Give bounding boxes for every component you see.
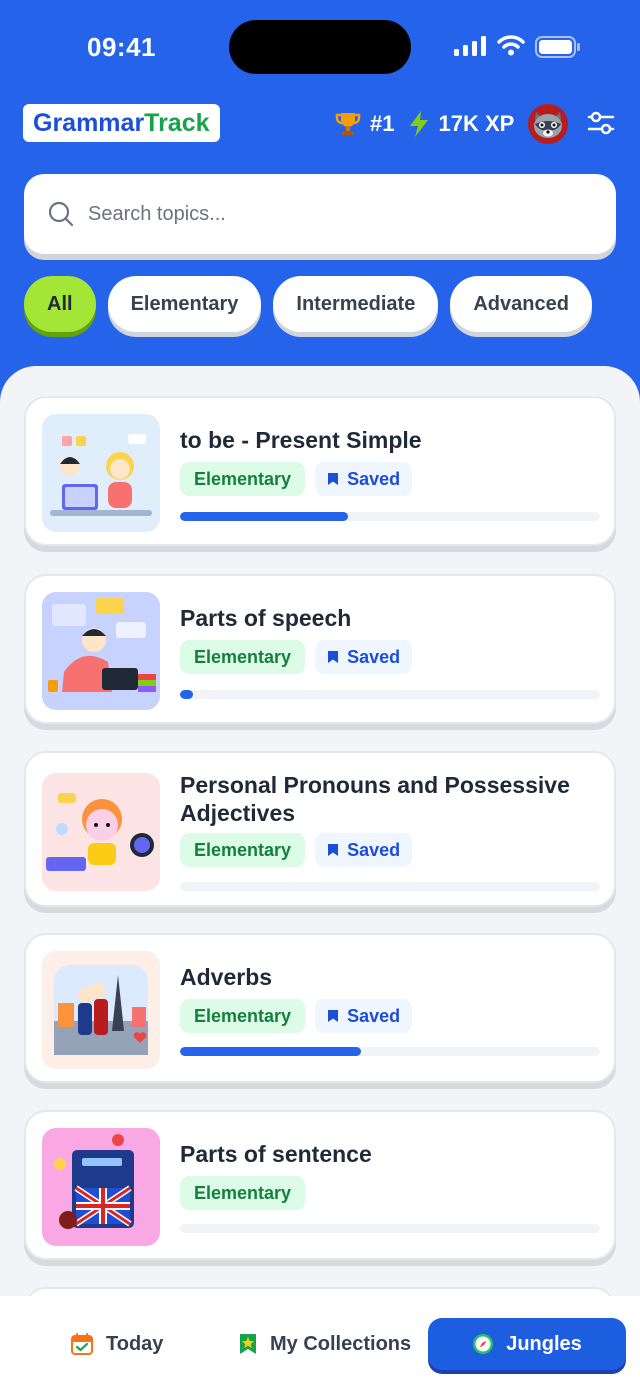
lightning-bolt-icon	[410, 111, 429, 137]
search-bar[interactable]	[24, 174, 616, 254]
saved-badge[interactable]: Saved	[315, 833, 413, 867]
lesson-card[interactable]: Parts of speech Elementary Saved	[24, 574, 616, 724]
dynamic-island	[229, 20, 411, 74]
saved-label: Saved	[347, 1005, 401, 1026]
search-input[interactable]	[88, 202, 568, 226]
lesson-card[interactable]: Adverbs Elementary Saved	[24, 933, 616, 1083]
bottom-nav: Today My Collections Jungles	[0, 1296, 640, 1390]
lesson-thumbnail	[42, 773, 160, 891]
bookmark-icon	[328, 1010, 339, 1022]
saved-label: Saved	[347, 646, 401, 667]
logo-text-track: Track	[144, 108, 210, 137]
lesson-title: Parts of sentence	[180, 1141, 372, 1167]
signal-icon	[454, 36, 486, 56]
saved-badge[interactable]: Saved	[315, 999, 413, 1033]
status-time: 09:41	[87, 32, 156, 62]
saved-badge[interactable]: Saved	[315, 640, 413, 674]
lesson-thumbnail	[42, 414, 160, 532]
lesson-title: Personal Pronouns and Possessive Adjecti…	[180, 772, 570, 826]
bookmark-icon	[328, 844, 339, 856]
level-badge: Elementary	[180, 1176, 306, 1210]
nav-jungles[interactable]: Jungles	[428, 1318, 626, 1370]
saved-label: Saved	[347, 468, 401, 489]
search-icon	[48, 201, 74, 227]
lesson-tags: Elementary Saved	[180, 640, 413, 674]
lesson-thumbnail	[42, 592, 160, 710]
progress-bar	[180, 882, 600, 891]
lesson-card[interactable]: Parts of sentence Elementary	[24, 1110, 616, 1260]
nav-today[interactable]: Today	[70, 1318, 163, 1370]
nav-my-collections[interactable]: My Collections	[238, 1318, 411, 1370]
status-bar: 09:41	[0, 0, 640, 92]
progress-bar	[180, 512, 600, 521]
nav-today-label: Today	[106, 1332, 164, 1355]
level-filter-chips: All Elementary Intermediate Advanced	[24, 276, 592, 332]
lesson-tags: Elementary	[180, 1176, 306, 1210]
chip-advanced[interactable]: Advanced	[450, 276, 592, 332]
saved-badge[interactable]: Saved	[315, 462, 413, 496]
calendar-check-icon	[71, 1333, 93, 1355]
lesson-card[interactable]: Personal Pronouns and Possessive Adjecti…	[24, 751, 616, 907]
lesson-thumbnail	[42, 951, 160, 1069]
nav-jungles-label: Jungles	[506, 1332, 582, 1355]
lesson-tags: Elementary Saved	[180, 833, 413, 867]
wifi-icon	[497, 35, 525, 56]
raccoon-avatar-icon	[534, 112, 562, 138]
saved-label: Saved	[347, 839, 401, 860]
xp-value: 17K XP	[438, 111, 515, 136]
level-badge: Elementary	[180, 640, 306, 674]
app-logo: Grammar Track	[23, 104, 220, 142]
bookmark-icon	[328, 651, 339, 663]
chip-intermediate[interactable]: Intermediate	[273, 276, 439, 332]
logo-text-grammar: Grammar	[33, 108, 145, 137]
compass-icon	[473, 1334, 494, 1354]
progress-fill	[180, 512, 348, 521]
lesson-card[interactable]: to be - Present Simple Elementary Saved	[24, 396, 616, 546]
level-badge: Elementary	[180, 462, 306, 496]
nav-collections-label: My Collections	[270, 1332, 412, 1355]
bookmark-star-icon	[240, 1334, 256, 1354]
bookmark-icon	[328, 473, 339, 485]
lesson-title: Parts of speech	[180, 605, 352, 631]
user-stats: #1 17K XP	[334, 106, 514, 142]
battery-icon	[535, 36, 580, 58]
progress-fill	[180, 690, 193, 699]
sliders-icon[interactable]	[586, 108, 616, 138]
level-badge: Elementary	[180, 833, 306, 867]
progress-bar	[180, 1224, 600, 1233]
level-badge: Elementary	[180, 999, 306, 1033]
rank-value: #1	[370, 111, 395, 136]
progress-bar	[180, 690, 600, 699]
chip-elementary[interactable]: Elementary	[107, 276, 262, 332]
progress-bar	[180, 1047, 600, 1056]
lesson-tags: Elementary Saved	[180, 462, 413, 496]
lesson-title: Adverbs	[180, 964, 273, 990]
lesson-title: to be - Present Simple	[180, 427, 422, 453]
lesson-thumbnail	[42, 1128, 160, 1246]
progress-fill	[180, 1047, 361, 1056]
lesson-tags: Elementary Saved	[180, 999, 413, 1033]
avatar[interactable]	[528, 104, 568, 144]
trophy-icon	[335, 113, 361, 135]
chip-all[interactable]: All	[24, 276, 96, 332]
